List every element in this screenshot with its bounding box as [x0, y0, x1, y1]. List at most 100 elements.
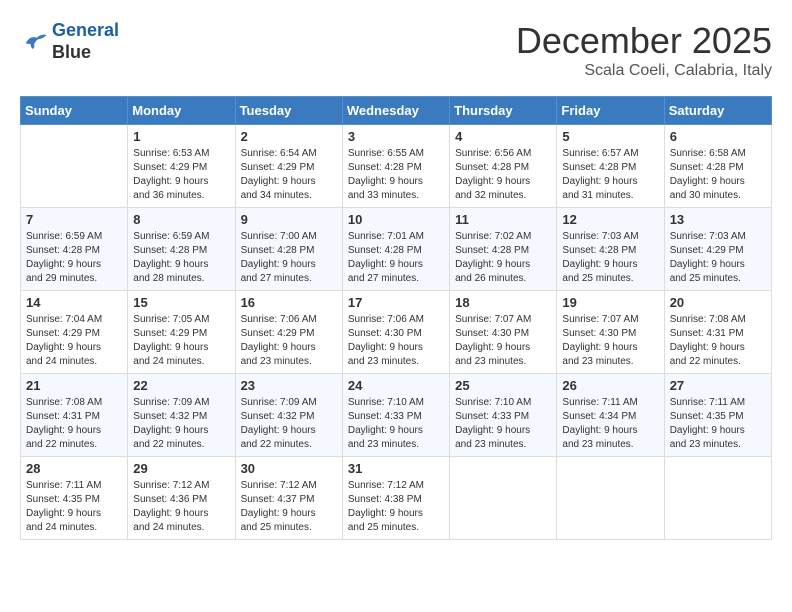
- day-header-tuesday: Tuesday: [235, 97, 342, 125]
- day-number: 28: [26, 461, 122, 476]
- day-header-monday: Monday: [128, 97, 235, 125]
- calendar-table: SundayMondayTuesdayWednesdayThursdayFrid…: [20, 96, 772, 540]
- calendar-cell: [21, 125, 128, 208]
- day-number: 29: [133, 461, 229, 476]
- calendar-cell: 10 Sunrise: 7:01 AM Sunset: 4:28 PM Dayli…: [342, 208, 449, 291]
- calendar-cell: 23 Sunrise: 7:09 AM Sunset: 4:32 PM Dayli…: [235, 374, 342, 457]
- cell-content: Sunrise: 7:03 AM Sunset: 4:28 PM Dayligh…: [562, 230, 658, 286]
- day-header-saturday: Saturday: [664, 97, 771, 125]
- day-number: 1: [133, 129, 229, 144]
- day-number: 20: [670, 295, 766, 310]
- day-number: 31: [348, 461, 444, 476]
- day-number: 6: [670, 129, 766, 144]
- cell-content: Sunrise: 7:12 AM Sunset: 4:37 PM Dayligh…: [241, 479, 337, 535]
- cell-content: Sunrise: 6:54 AM Sunset: 4:29 PM Dayligh…: [241, 147, 337, 203]
- cell-content: Sunrise: 7:10 AM Sunset: 4:33 PM Dayligh…: [348, 396, 444, 452]
- calendar-cell: 27 Sunrise: 7:11 AM Sunset: 4:35 PM Dayli…: [664, 374, 771, 457]
- day-number: 21: [26, 378, 122, 393]
- cell-content: Sunrise: 7:07 AM Sunset: 4:30 PM Dayligh…: [455, 313, 551, 369]
- cell-content: Sunrise: 6:55 AM Sunset: 4:28 PM Dayligh…: [348, 147, 444, 203]
- logo-text: General Blue: [52, 20, 119, 63]
- day-number: 10: [348, 212, 444, 227]
- cell-content: Sunrise: 7:06 AM Sunset: 4:30 PM Dayligh…: [348, 313, 444, 369]
- calendar-week-row: 7 Sunrise: 6:59 AM Sunset: 4:28 PM Daylig…: [21, 208, 772, 291]
- day-number: 2: [241, 129, 337, 144]
- cell-content: Sunrise: 7:11 AM Sunset: 4:35 PM Dayligh…: [670, 396, 766, 452]
- day-number: 3: [348, 129, 444, 144]
- day-number: 17: [348, 295, 444, 310]
- title-block: December 2025 Scala Coeli, Calabria, Ita…: [516, 20, 772, 80]
- day-number: 16: [241, 295, 337, 310]
- calendar-cell: 22Sunrise: 7:09 AM Sunset: 4:32 PM Dayli…: [128, 374, 235, 457]
- cell-content: Sunrise: 7:01 AM Sunset: 4:28 PM Dayligh…: [348, 230, 444, 286]
- cell-content: Sunrise: 7:04 AM Sunset: 4:29 PM Dayligh…: [26, 313, 122, 369]
- location-subtitle: Scala Coeli, Calabria, Italy: [516, 62, 772, 80]
- day-number: 27: [670, 378, 766, 393]
- calendar-cell: 5Sunrise: 6:57 AM Sunset: 4:28 PM Daylig…: [557, 125, 664, 208]
- cell-content: Sunrise: 7:06 AM Sunset: 4:29 PM Dayligh…: [241, 313, 337, 369]
- calendar-cell: 13Sunrise: 7:03 AM Sunset: 4:29 PM Dayli…: [664, 208, 771, 291]
- cell-content: Sunrise: 7:10 AM Sunset: 4:33 PM Dayligh…: [455, 396, 551, 452]
- calendar-cell: 8 Sunrise: 6:59 AM Sunset: 4:28 PM Daylig…: [128, 208, 235, 291]
- logo-line2: Blue: [52, 42, 119, 64]
- day-number: 24: [348, 378, 444, 393]
- calendar-week-row: 14Sunrise: 7:04 AM Sunset: 4:29 PM Dayli…: [21, 291, 772, 374]
- calendar-cell: 11 Sunrise: 7:02 AM Sunset: 4:28 PM Dayli…: [450, 208, 557, 291]
- calendar-week-row: 21 Sunrise: 7:08 AM Sunset: 4:31 PM Dayli…: [21, 374, 772, 457]
- cell-content: Sunrise: 7:09 AM Sunset: 4:32 PM Dayligh…: [241, 396, 337, 452]
- cell-content: Sunrise: 7:07 AM Sunset: 4:30 PM Dayligh…: [562, 313, 658, 369]
- day-header-wednesday: Wednesday: [342, 97, 449, 125]
- calendar-cell: 4 Sunrise: 6:56 AM Sunset: 4:28 PM Daylig…: [450, 125, 557, 208]
- day-number: 8: [133, 212, 229, 227]
- logo-line1: General: [52, 20, 119, 40]
- cell-content: Sunrise: 7:03 AM Sunset: 4:29 PM Dayligh…: [670, 230, 766, 286]
- calendar-week-row: 28Sunrise: 7:11 AM Sunset: 4:35 PM Dayli…: [21, 457, 772, 540]
- calendar-cell: 3 Sunrise: 6:55 AM Sunset: 4:28 PM Daylig…: [342, 125, 449, 208]
- day-number: 23: [241, 378, 337, 393]
- calendar-cell: 17 Sunrise: 7:06 AM Sunset: 4:30 PM Dayli…: [342, 291, 449, 374]
- cell-content: Sunrise: 7:11 AM Sunset: 4:34 PM Dayligh…: [562, 396, 658, 452]
- cell-content: Sunrise: 7:08 AM Sunset: 4:31 PM Dayligh…: [26, 396, 122, 452]
- cell-content: Sunrise: 6:59 AM Sunset: 4:28 PM Dayligh…: [26, 230, 122, 286]
- day-header-sunday: Sunday: [21, 97, 128, 125]
- calendar-cell: 7 Sunrise: 6:59 AM Sunset: 4:28 PM Daylig…: [21, 208, 128, 291]
- day-number: 15: [133, 295, 229, 310]
- cell-content: Sunrise: 6:57 AM Sunset: 4:28 PM Dayligh…: [562, 147, 658, 203]
- day-number: 12: [562, 212, 658, 227]
- cell-content: Sunrise: 7:12 AM Sunset: 4:36 PM Dayligh…: [133, 479, 229, 535]
- logo: General Blue: [20, 20, 119, 63]
- cell-content: Sunrise: 7:12 AM Sunset: 4:38 PM Dayligh…: [348, 479, 444, 535]
- calendar-cell: 18 Sunrise: 7:07 AM Sunset: 4:30 PM Dayli…: [450, 291, 557, 374]
- calendar-cell: 20Sunrise: 7:08 AM Sunset: 4:31 PM Dayli…: [664, 291, 771, 374]
- cell-content: Sunrise: 6:56 AM Sunset: 4:28 PM Dayligh…: [455, 147, 551, 203]
- calendar-cell: 30 Sunrise: 7:12 AM Sunset: 4:37 PM Dayli…: [235, 457, 342, 540]
- cell-content: Sunrise: 7:02 AM Sunset: 4:28 PM Dayligh…: [455, 230, 551, 286]
- day-number: 25: [455, 378, 551, 393]
- calendar-cell: 16 Sunrise: 7:06 AM Sunset: 4:29 PM Dayli…: [235, 291, 342, 374]
- day-number: 7: [26, 212, 122, 227]
- calendar-cell: 24 Sunrise: 7:10 AM Sunset: 4:33 PM Dayli…: [342, 374, 449, 457]
- calendar-week-row: 1 Sunrise: 6:53 AM Sunset: 4:29 PM Daylig…: [21, 125, 772, 208]
- cell-content: Sunrise: 6:53 AM Sunset: 4:29 PM Dayligh…: [133, 147, 229, 203]
- day-number: 18: [455, 295, 551, 310]
- day-number: 26: [562, 378, 658, 393]
- day-number: 11: [455, 212, 551, 227]
- cell-content: Sunrise: 6:59 AM Sunset: 4:28 PM Dayligh…: [133, 230, 229, 286]
- cell-content: Sunrise: 6:58 AM Sunset: 4:28 PM Dayligh…: [670, 147, 766, 203]
- day-number: 19: [562, 295, 658, 310]
- day-header-friday: Friday: [557, 97, 664, 125]
- calendar-cell: 2 Sunrise: 6:54 AM Sunset: 4:29 PM Daylig…: [235, 125, 342, 208]
- logo-icon: [20, 28, 48, 56]
- cell-content: Sunrise: 7:00 AM Sunset: 4:28 PM Dayligh…: [241, 230, 337, 286]
- cell-content: Sunrise: 7:05 AM Sunset: 4:29 PM Dayligh…: [133, 313, 229, 369]
- day-header-thursday: Thursday: [450, 97, 557, 125]
- calendar-cell: 14Sunrise: 7:04 AM Sunset: 4:29 PM Dayli…: [21, 291, 128, 374]
- month-title: December 2025: [516, 20, 772, 62]
- day-number: 30: [241, 461, 337, 476]
- calendar-cell: 28Sunrise: 7:11 AM Sunset: 4:35 PM Dayli…: [21, 457, 128, 540]
- calendar-cell: [664, 457, 771, 540]
- day-number: 4: [455, 129, 551, 144]
- calendar-cell: 21 Sunrise: 7:08 AM Sunset: 4:31 PM Dayli…: [21, 374, 128, 457]
- calendar-cell: 26 Sunrise: 7:11 AM Sunset: 4:34 PM Dayli…: [557, 374, 664, 457]
- calendar-cell: 9Sunrise: 7:00 AM Sunset: 4:28 PM Daylig…: [235, 208, 342, 291]
